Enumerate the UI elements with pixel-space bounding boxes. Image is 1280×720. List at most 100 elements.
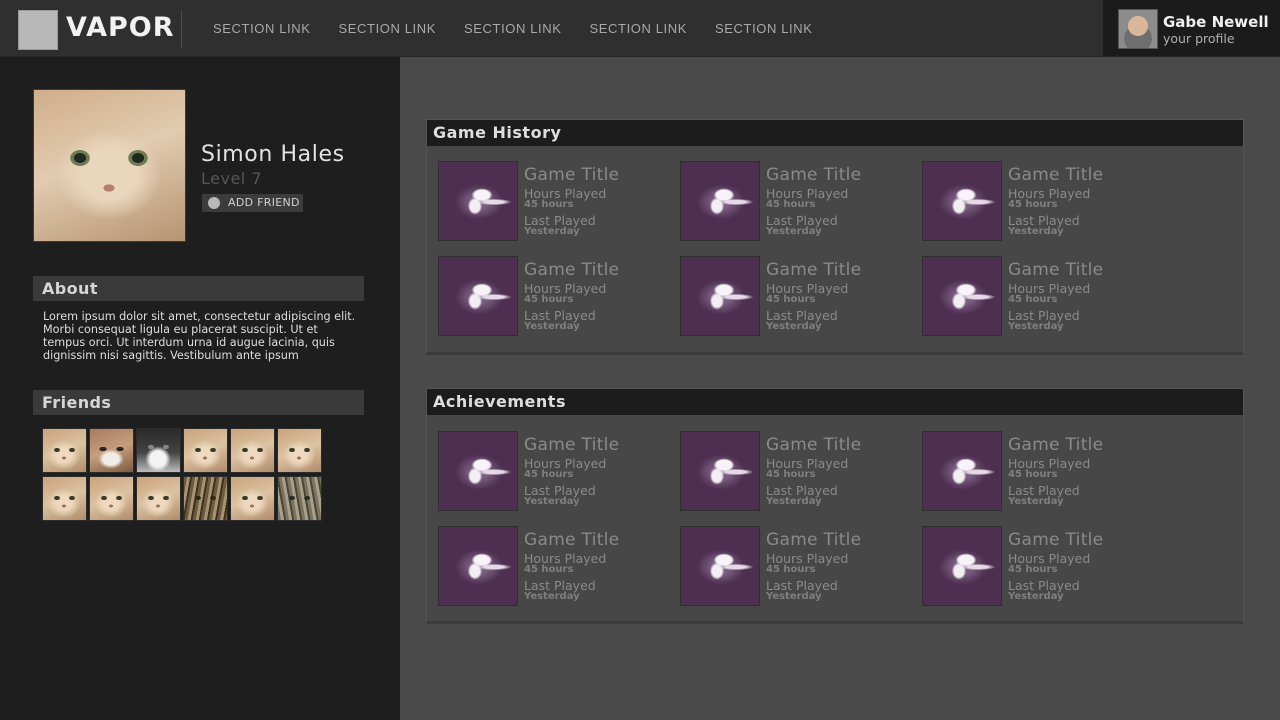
logo-icon[interactable]: [18, 10, 58, 50]
game-tile[interactable]: Game Title Hours Played 45 hours Last Pl…: [438, 256, 674, 336]
achievement-tile[interactable]: Game Title Hours Played 45 hours Last Pl…: [680, 526, 916, 606]
game-art-icon: [680, 161, 760, 241]
hours-value: 45 hours: [524, 564, 574, 575]
friend-avatar[interactable]: [136, 428, 181, 473]
last-played-value: Yesterday: [766, 591, 822, 602]
hours-value: 45 hours: [766, 564, 816, 575]
top-bar: VAPOR SECTION LINK SECTION LINK SECTION …: [0, 0, 1280, 57]
nav-link-4[interactable]: SECTION LINK: [590, 21, 688, 36]
game-art-icon: [438, 256, 518, 336]
game-title: Game Title: [524, 435, 620, 455]
hours-value: 45 hours: [524, 469, 574, 480]
profile-level: Level 7: [201, 169, 262, 188]
nav-links: SECTION LINK SECTION LINK SECTION LINK S…: [213, 21, 841, 36]
user-subtitle: your profile: [1163, 31, 1235, 46]
nav-link-1[interactable]: SECTION LINK: [213, 21, 311, 36]
friend-avatar[interactable]: [277, 428, 322, 473]
logo-text[interactable]: VAPOR: [66, 12, 175, 43]
achievements-heading: Achievements: [433, 392, 566, 411]
friend-avatar[interactable]: [183, 476, 228, 521]
game-tile[interactable]: Game Title Hours Played 45 hours Last Pl…: [438, 161, 674, 241]
about-text: Lorem ipsum dolor sit amet, consectetur …: [43, 310, 356, 362]
achievement-tile[interactable]: Game Title Hours Played 45 hours Last Pl…: [438, 431, 674, 511]
game-art-icon: [922, 526, 1002, 606]
game-art-icon: [922, 161, 1002, 241]
hours-value: 45 hours: [1008, 294, 1058, 305]
hours-value: 45 hours: [524, 199, 574, 210]
user-profile-button[interactable]: Gabe Newell your profile: [1103, 0, 1280, 56]
last-played-value: Yesterday: [1008, 226, 1064, 237]
game-art-icon: [922, 256, 1002, 336]
last-played-value: Yesterday: [524, 591, 580, 602]
achievement-tile[interactable]: Game Title Hours Played 45 hours Last Pl…: [922, 526, 1158, 606]
friend-avatar[interactable]: [277, 476, 322, 521]
sidebar: Simon Hales Level 7 ADD FRIEND About Lor…: [0, 57, 400, 720]
friend-avatar[interactable]: [89, 476, 134, 521]
nav-link-5[interactable]: SECTION LINK: [715, 21, 813, 36]
last-played-value: Yesterday: [524, 496, 580, 507]
last-played-value: Yesterday: [524, 321, 580, 332]
game-art-icon: [438, 526, 518, 606]
game-title: Game Title: [524, 165, 620, 185]
add-friend-button[interactable]: ADD FRIEND: [202, 194, 303, 212]
achievements-panel: Achievements Game Title Hours Played 45 …: [426, 388, 1244, 624]
friend-avatar[interactable]: [230, 428, 275, 473]
achievement-tile[interactable]: Game Title Hours Played 45 hours Last Pl…: [680, 431, 916, 511]
nav-link-3[interactable]: SECTION LINK: [464, 21, 562, 36]
profile-name: Simon Hales: [201, 142, 345, 167]
user-name: Gabe Newell: [1163, 13, 1269, 31]
friends-grid: [42, 428, 324, 521]
last-played-value: Yesterday: [766, 321, 822, 332]
game-title: Game Title: [1008, 435, 1104, 455]
game-title: Game Title: [766, 435, 862, 455]
hours-value: 45 hours: [766, 469, 816, 480]
game-title: Game Title: [1008, 165, 1104, 185]
achievement-tile[interactable]: Game Title Hours Played 45 hours Last Pl…: [922, 431, 1158, 511]
hours-value: 45 hours: [766, 294, 816, 305]
friend-avatar[interactable]: [42, 476, 87, 521]
game-art-icon: [438, 431, 518, 511]
friend-avatar[interactable]: [183, 428, 228, 473]
hours-value: 45 hours: [1008, 469, 1058, 480]
game-tile[interactable]: Game Title Hours Played 45 hours Last Pl…: [680, 256, 916, 336]
last-played-value: Yesterday: [766, 496, 822, 507]
friend-avatar[interactable]: [136, 476, 181, 521]
about-heading: About: [42, 279, 98, 298]
last-played-value: Yesterday: [1008, 591, 1064, 602]
game-title: Game Title: [524, 530, 620, 550]
game-history-heading: Game History: [433, 123, 562, 142]
friend-avatar[interactable]: [42, 428, 87, 473]
last-played-value: Yesterday: [524, 226, 580, 237]
friend-avatar[interactable]: [89, 428, 134, 473]
friends-heading-bar: Friends: [33, 390, 364, 415]
friend-avatar[interactable]: [230, 476, 275, 521]
last-played-value: Yesterday: [1008, 496, 1064, 507]
friends-heading: Friends: [42, 393, 112, 412]
last-played-value: Yesterday: [1008, 321, 1064, 332]
hours-value: 45 hours: [524, 294, 574, 305]
game-history-header: Game History: [427, 120, 1243, 146]
achievements-header: Achievements: [427, 389, 1243, 415]
game-art-icon: [680, 526, 760, 606]
game-art-icon: [680, 431, 760, 511]
game-tile[interactable]: Game Title Hours Played 45 hours Last Pl…: [922, 256, 1158, 336]
user-avatar[interactable]: [1118, 9, 1158, 49]
profile-avatar: [33, 89, 186, 242]
game-title: Game Title: [766, 530, 862, 550]
add-friend-icon: [208, 197, 220, 209]
add-friend-label: ADD FRIEND: [228, 196, 300, 209]
nav-link-2[interactable]: SECTION LINK: [339, 21, 437, 36]
game-title: Game Title: [524, 260, 620, 280]
game-history-panel: Game History Game Title Hours Played 45 …: [426, 119, 1244, 355]
game-title: Game Title: [1008, 530, 1104, 550]
game-tile[interactable]: Game Title Hours Played 45 hours Last Pl…: [680, 161, 916, 241]
divider: [181, 10, 182, 48]
game-tile[interactable]: Game Title Hours Played 45 hours Last Pl…: [922, 161, 1158, 241]
game-art-icon: [680, 256, 760, 336]
game-title: Game Title: [766, 165, 862, 185]
game-art-icon: [438, 161, 518, 241]
hours-value: 45 hours: [766, 199, 816, 210]
last-played-value: Yesterday: [766, 226, 822, 237]
achievement-tile[interactable]: Game Title Hours Played 45 hours Last Pl…: [438, 526, 674, 606]
game-art-icon: [922, 431, 1002, 511]
